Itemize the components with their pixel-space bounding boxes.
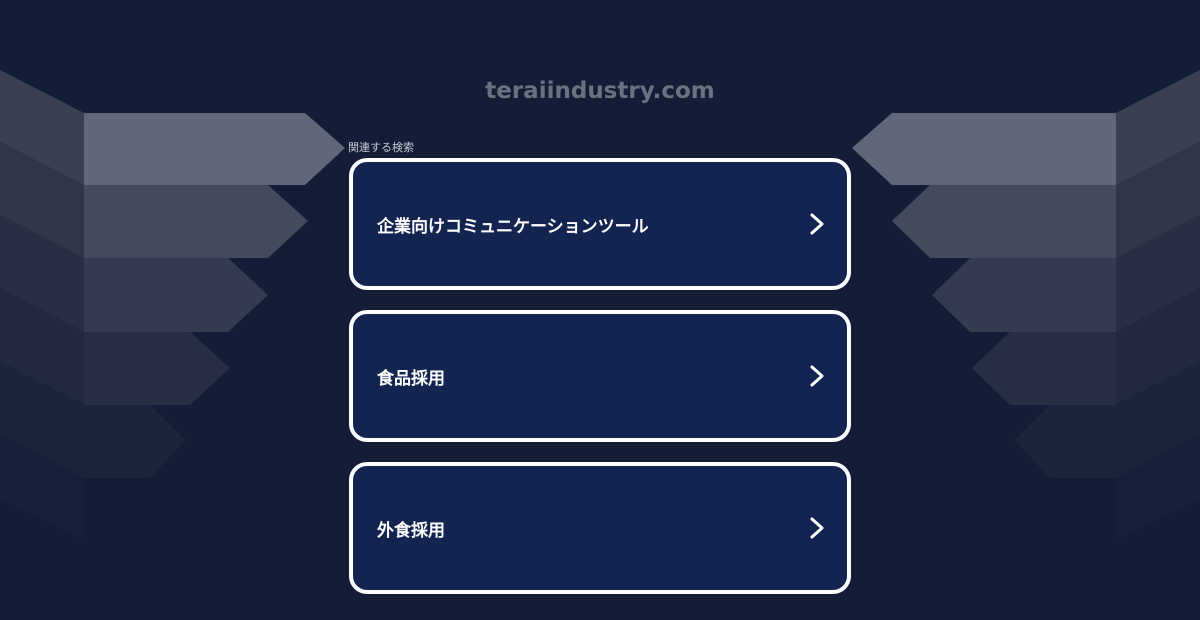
related-search-item-2[interactable]: 食品採用 (349, 310, 851, 442)
related-search-label-1: 企業向けコミュニケーションツール (377, 216, 649, 237)
chevron-right-icon (810, 517, 824, 539)
related-search-item-3[interactable]: 外食採用 (349, 462, 851, 594)
related-search-label-2: 食品採用 (377, 368, 445, 389)
related-search-label-3: 外食採用 (377, 520, 445, 541)
related-search-item-1[interactable]: 企業向けコミュニケーションツール (349, 158, 851, 290)
related-searches-label: 関連する検索 (348, 141, 414, 154)
site-domain-title: teraiindustry.com (485, 78, 715, 104)
chevron-right-icon (810, 213, 824, 235)
chevron-right-icon (810, 365, 824, 387)
